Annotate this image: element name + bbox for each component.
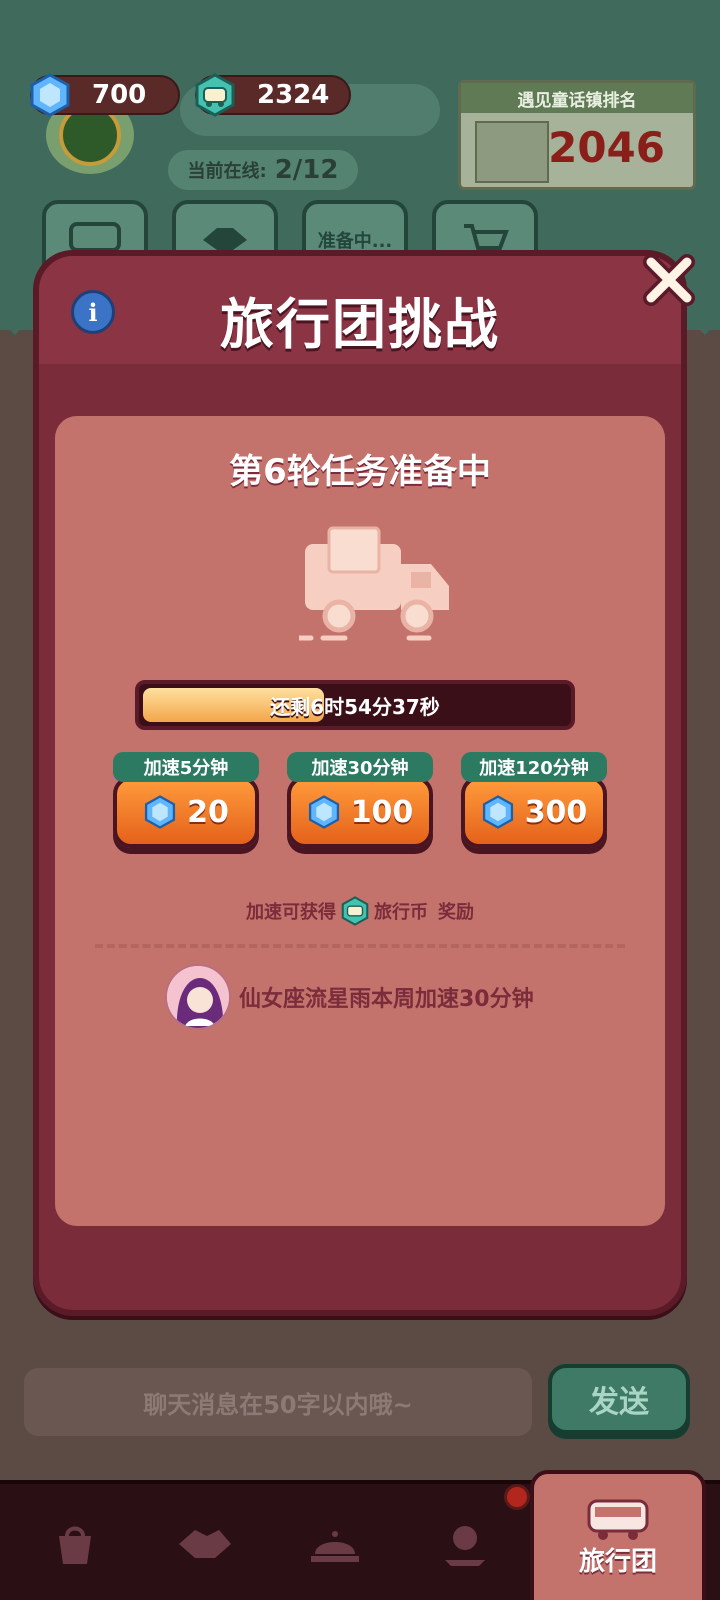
reward-note-prefix: 加速可获得 xyxy=(246,902,336,923)
countdown-label: 还剩6时54分37秒 xyxy=(270,694,440,719)
speedup-tag: 加速120分钟 xyxy=(461,752,607,782)
speedup-option-2: 加速30分钟 100 xyxy=(287,752,433,858)
online-label: 当前在线: xyxy=(187,161,267,182)
nav-service[interactable] xyxy=(280,1484,390,1600)
user-avatar[interactable] xyxy=(165,964,231,1030)
travel-coin-counter[interactable]: 2324 xyxy=(195,73,351,117)
nav-map[interactable] xyxy=(410,1484,520,1600)
travel-coin-icon xyxy=(341,896,369,926)
speedup-option-3: 加速120分钟 300 xyxy=(461,752,607,858)
bag-icon xyxy=(59,1526,91,1564)
send-button[interactable]: 发送 xyxy=(548,1364,690,1434)
send-label: 发送 xyxy=(589,1385,649,1420)
rank-card-title: 遇见童话镇排名 xyxy=(461,83,693,113)
speedup-cost: 300 xyxy=(524,794,588,830)
reward-note-suffix: 奖励 xyxy=(438,902,474,923)
map-pin-icon xyxy=(445,1526,485,1566)
speedup-cost: 20 xyxy=(187,794,229,830)
speedup-cost: 100 xyxy=(350,794,414,830)
nav-friends[interactable] xyxy=(150,1484,260,1600)
online-count: 2/12 xyxy=(274,155,339,185)
notification-dot xyxy=(504,1484,530,1510)
handshake-icon xyxy=(179,1530,231,1558)
travel-coin-icon xyxy=(189,69,241,121)
gem-icon xyxy=(308,795,339,829)
activity-row: 仙女座流星雨本周加速30分钟 xyxy=(165,964,534,1030)
divider xyxy=(95,944,625,948)
activity-text: 仙女座流星雨本周加速30分钟 xyxy=(239,987,534,1012)
bottom-nav: 旅行团 xyxy=(0,1470,720,1600)
speedup-120min-button[interactable]: 300 xyxy=(461,776,607,848)
speedup-tag: 加速5分钟 xyxy=(113,752,259,782)
rank-card[interactable]: 遇见童话镇排名 2046 xyxy=(458,80,696,190)
nav-travel-team-label: 旅行团 xyxy=(578,1546,657,1577)
chat-input[interactable]: 聊天消息在50字以内哦~ xyxy=(24,1368,532,1436)
bus-icon xyxy=(587,1499,649,1540)
reward-coin-name: 旅行币 xyxy=(374,902,428,923)
content-panel: 第6轮任务准备中 还剩6时54分37秒 加速5分钟 20 加速30分钟 100 … xyxy=(55,416,665,1226)
reward-note: 加速可获得 旅行币 奖励 xyxy=(55,896,665,926)
close-button[interactable] xyxy=(637,248,701,312)
countdown-progress-bar: 还剩6时54分37秒 xyxy=(135,680,575,730)
nav-travel-team[interactable]: 旅行团 xyxy=(530,1470,706,1600)
chat-placeholder: 聊天消息在50字以内哦~ xyxy=(143,1390,413,1419)
online-status: 当前在线: 2/12 xyxy=(168,150,358,190)
gem-icon xyxy=(482,795,513,829)
speedup-option-1: 加速5分钟 20 xyxy=(113,752,259,858)
travel-team-challenge-modal: i 旅行团挑战 第6轮任务准备中 还剩6时54分37秒 加速5分钟 20 加速3… xyxy=(33,250,695,1316)
gem-icon xyxy=(24,69,76,121)
service-bell-icon xyxy=(311,1531,359,1562)
modal-title: 旅行团挑战 xyxy=(220,293,500,356)
speedup-5min-button[interactable]: 20 xyxy=(113,776,259,848)
round-title: 第6轮任务准备中 xyxy=(229,452,491,492)
gem-icon xyxy=(145,795,176,829)
gem-counter[interactable]: 700 xyxy=(30,73,180,117)
girl-avatar-icon xyxy=(167,966,229,1028)
delivery-truck-icon xyxy=(299,526,449,641)
speedup-tag: 加速30分钟 xyxy=(287,752,433,782)
rank-number: 2046 xyxy=(548,123,665,172)
close-icon xyxy=(643,254,695,306)
mascot-image xyxy=(475,121,549,183)
speedup-30min-button[interactable]: 100 xyxy=(287,776,433,848)
nav-bag[interactable] xyxy=(20,1484,130,1600)
